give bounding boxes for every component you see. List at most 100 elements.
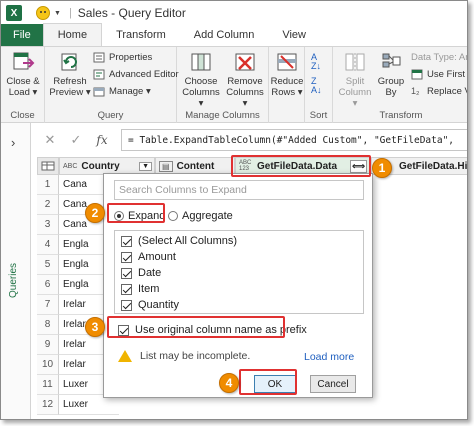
row-number[interactable]: 4: [37, 235, 59, 255]
replace-values-button[interactable]: 1₂ Replace Va: [411, 86, 467, 97]
properties-icon: [93, 52, 105, 63]
remove-columns-icon: [233, 51, 257, 73]
column-checklist: (Select All Columns) Amount Date Item Qu…: [114, 230, 364, 314]
quick-access-dropdown-icon[interactable]: ▼: [54, 10, 61, 17]
advanced-editor-button[interactable]: Advanced Editor: [93, 69, 179, 80]
data-type-dropdown[interactable]: Data Type: Any: [411, 52, 467, 63]
row-number[interactable]: 11: [37, 375, 59, 395]
annotation-badge-2: 2: [85, 203, 105, 223]
binary-type-icon: ▤: [159, 160, 173, 172]
queries-pane: › Queries: [1, 123, 31, 419]
advanced-editor-icon: [93, 69, 105, 80]
checklist-item-label: Item: [138, 283, 160, 295]
reduce-rows-label: Reduce Rows ▾: [270, 76, 304, 98]
send-feedback-smiley-icon[interactable]: [36, 6, 50, 20]
filter-dropdown-icon[interactable]: ▼: [139, 161, 152, 171]
split-column-button[interactable]: Split Column ▾: [335, 51, 375, 109]
remove-columns-label: Remove Columns ▾: [226, 76, 264, 109]
tab-add-column[interactable]: Add Column: [180, 24, 269, 46]
group-by-button[interactable]: Group By: [375, 51, 407, 98]
column-name-getfiledata-hidden: GetFileData.Hidde: [399, 160, 468, 172]
row-number[interactable]: 5: [37, 255, 59, 275]
reduce-rows-icon: [275, 51, 299, 73]
checklist-item[interactable]: Quantity: [121, 297, 179, 313]
checkbox[interactable]: [121, 235, 132, 247]
excel-app-icon: X: [6, 5, 22, 21]
checklist-item-label: Amount: [138, 251, 176, 263]
split-column-icon: [343, 51, 367, 73]
checkbox[interactable]: [121, 267, 132, 279]
group-label-manage-columns: Manage Columns: [185, 110, 260, 121]
choose-columns-button[interactable]: Choose Columns ▾: [179, 51, 223, 109]
ribbon-tabs: File Home Transform Add Column View: [1, 23, 467, 47]
ribbon-group-manage-columns: Choose Columns ▾ Remove Columns ▾ Manage…: [177, 47, 269, 123]
annotation-badge-3: 3: [85, 317, 105, 337]
split-column-label: Split Column ▾: [338, 76, 372, 109]
checklist-item[interactable]: Amount: [121, 249, 176, 265]
checklist-item-label: Date: [138, 267, 162, 279]
aggregate-option[interactable]: Aggregate: [168, 208, 233, 224]
aggregate-radio[interactable]: [168, 211, 178, 221]
expand-queries-pane-icon[interactable]: ›: [11, 135, 15, 150]
row-number[interactable]: 6: [37, 275, 59, 295]
title-separator: |: [68, 7, 72, 19]
group-by-icon: [379, 51, 403, 73]
formula-bar: ✕ ✓ fx = Table.ExpandTableColumn(#"Added…: [37, 129, 467, 151]
refresh-preview-label: Refresh Preview ▾: [49, 76, 91, 98]
checklist-item[interactable]: (Select All Columns): [121, 233, 237, 249]
checklist-item[interactable]: Item: [121, 281, 159, 297]
load-more-link[interactable]: Load more: [304, 351, 354, 363]
data-type-label: Data Type: Any: [411, 52, 467, 63]
manage-icon: [93, 86, 105, 97]
checklist-item[interactable]: Date: [121, 265, 161, 281]
cancel-formula-icon[interactable]: ✕: [37, 132, 63, 148]
properties-button[interactable]: Properties: [93, 52, 152, 63]
queries-pane-label[interactable]: Queries: [8, 263, 19, 298]
close-load-icon: [11, 51, 35, 73]
cancel-button[interactable]: Cancel: [310, 375, 356, 393]
warning-text: List may be incomplete.: [140, 350, 251, 362]
row-number[interactable]: 10: [37, 355, 59, 375]
refresh-preview-button[interactable]: Refresh Preview ▾: [49, 51, 91, 98]
row-number[interactable]: 2: [37, 195, 59, 215]
tab-view[interactable]: View: [268, 24, 320, 46]
row-number[interactable]: 1: [37, 175, 59, 195]
checklist-item-label: (Select All Columns): [138, 235, 238, 247]
sort-descending-button[interactable]: Z A↓: [311, 77, 322, 95]
query-editor-window: X ▼ | Sales - Query Editor File Home Tra…: [0, 0, 468, 420]
search-columns-input[interactable]: Search Columns to Expand: [114, 180, 364, 200]
ribbon-group-reduce-rows: Reduce Rows ▾: [269, 47, 305, 123]
group-by-label: Group By: [377, 76, 405, 98]
manage-label: Manage ▾: [109, 86, 151, 97]
checkbox[interactable]: [121, 283, 132, 295]
title-bar: X ▼ | Sales - Query Editor: [1, 1, 467, 25]
row-number[interactable]: 9: [37, 335, 59, 355]
row-number[interactable]: 8: [37, 315, 59, 335]
highlight-expand-radio: [107, 203, 165, 223]
tab-transform[interactable]: Transform: [102, 24, 180, 46]
reduce-rows-button[interactable]: Reduce Rows ▾: [269, 51, 305, 98]
tab-home[interactable]: Home: [42, 23, 103, 46]
close-and-load-button[interactable]: Close & Load ▾: [4, 51, 42, 98]
checkbox[interactable]: [121, 251, 132, 263]
formula-input[interactable]: = Table.ExpandTableColumn(#"Added Custom…: [121, 129, 467, 151]
select-all-corner[interactable]: [37, 157, 59, 175]
row-number[interactable]: 12: [37, 395, 59, 415]
row-number[interactable]: 7: [37, 295, 59, 315]
advanced-editor-label: Advanced Editor: [109, 69, 179, 80]
checkbox[interactable]: [121, 299, 132, 311]
confirm-formula-icon[interactable]: ✓: [63, 132, 89, 148]
manage-button[interactable]: Manage ▾: [93, 86, 151, 97]
row-number[interactable]: 3: [37, 215, 59, 235]
annotation-badge-4: 4: [219, 373, 239, 393]
use-first-row-button[interactable]: Use First R: [411, 69, 467, 80]
use-first-row-label: Use First R: [427, 69, 467, 80]
remove-columns-button[interactable]: Remove Columns ▾: [223, 51, 267, 109]
text-type-icon: ABC: [63, 162, 78, 170]
sort-ascending-button[interactable]: A Z↓: [311, 53, 321, 71]
ribbon-group-transform: Split Column ▾ Group By Data Type: Any U…: [333, 47, 467, 123]
fx-icon[interactable]: fx: [89, 133, 115, 147]
tab-file[interactable]: File: [1, 24, 43, 46]
table-cell-country[interactable]: Luxer: [59, 395, 119, 415]
close-and-load-label: Close & Load ▾: [6, 76, 40, 98]
